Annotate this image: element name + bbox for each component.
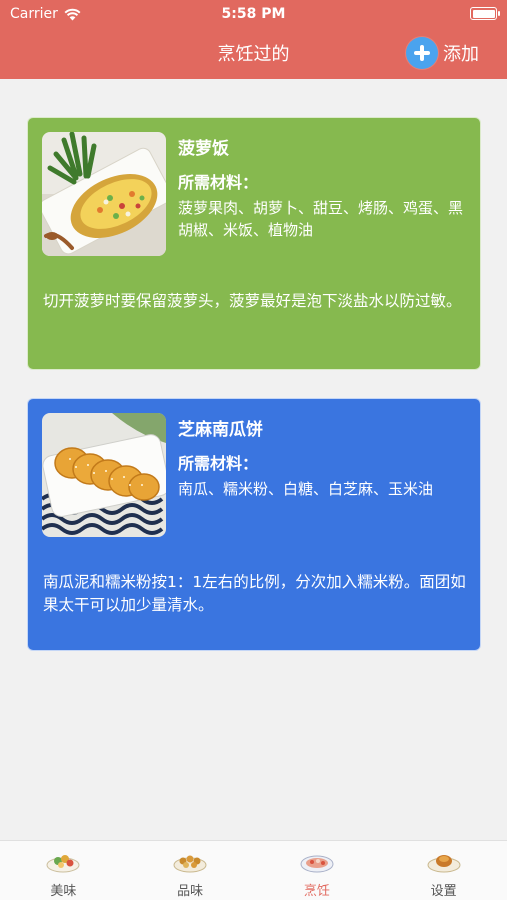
pineapple-rice-photo bbox=[42, 132, 166, 256]
recipe-tip: 南瓜泥和糯米粉按1：1左右的比例，分次加入糯米粉。面团如果太干可以加少量清水。 bbox=[43, 573, 466, 614]
battery-icon bbox=[470, 7, 500, 20]
ingredients-label: 所需材料： bbox=[178, 454, 259, 473]
cooking-dish-icon bbox=[300, 855, 334, 873]
tab-label: 设置 bbox=[430, 884, 457, 899]
recipe-card[interactable]: 菠萝饭 所需材料： 菠萝果肉、胡萝卜、甜豆、烤肠、鸡蛋、黑胡椒、米饭、植物油 切… bbox=[27, 117, 481, 370]
tab-pengren[interactable]: 烹饪 bbox=[254, 841, 381, 900]
plus-circle-icon bbox=[406, 37, 438, 69]
recipe-title: 芝麻南瓜饼 bbox=[178, 420, 263, 440]
add-button[interactable]: 添加 bbox=[406, 37, 479, 69]
tab-label: 美味 bbox=[50, 884, 77, 899]
recipe-title: 菠萝饭 bbox=[178, 139, 229, 159]
add-button-label: 添加 bbox=[443, 44, 479, 65]
settings-dish-icon bbox=[427, 855, 461, 873]
tab-label: 烹饪 bbox=[303, 884, 330, 899]
recipe-tip: 切开菠萝时要保留菠萝头，菠萝最好是泡下淡盐水以防过敏。 bbox=[43, 292, 462, 310]
tab-pinwei[interactable]: 品味 bbox=[127, 841, 254, 900]
pumpkin-cake-photo bbox=[42, 413, 166, 537]
tab-meiwei[interactable]: 美味 bbox=[0, 841, 127, 900]
tab-bar: 美味 品味 烹饪 设置 bbox=[0, 840, 507, 900]
nav-header: Carrier 5:58 PM 烹饪过的 添加 bbox=[0, 0, 507, 79]
tasting-dish-icon bbox=[173, 855, 207, 873]
status-bar: Carrier 5:58 PM bbox=[0, 0, 507, 28]
ingredients-text: 菠萝果肉、胡萝卜、甜豆、烤肠、鸡蛋、黑胡椒、米饭、植物油 bbox=[178, 199, 464, 239]
tab-label: 品味 bbox=[177, 884, 204, 899]
status-time: 5:58 PM bbox=[221, 6, 286, 22]
recipe-card[interactable]: 芝麻南瓜饼 所需材料： 南瓜、糯米粉、白糖、白芝麻、玉米油 南瓜泥和糯米粉按1：… bbox=[27, 398, 481, 651]
tab-shezhi[interactable]: 设置 bbox=[380, 841, 507, 900]
ingredients-text: 南瓜、糯米粉、白糖、白芝麻、玉米油 bbox=[178, 480, 434, 498]
food-plate-icon bbox=[46, 855, 80, 873]
ingredients-label: 所需材料： bbox=[178, 173, 259, 192]
